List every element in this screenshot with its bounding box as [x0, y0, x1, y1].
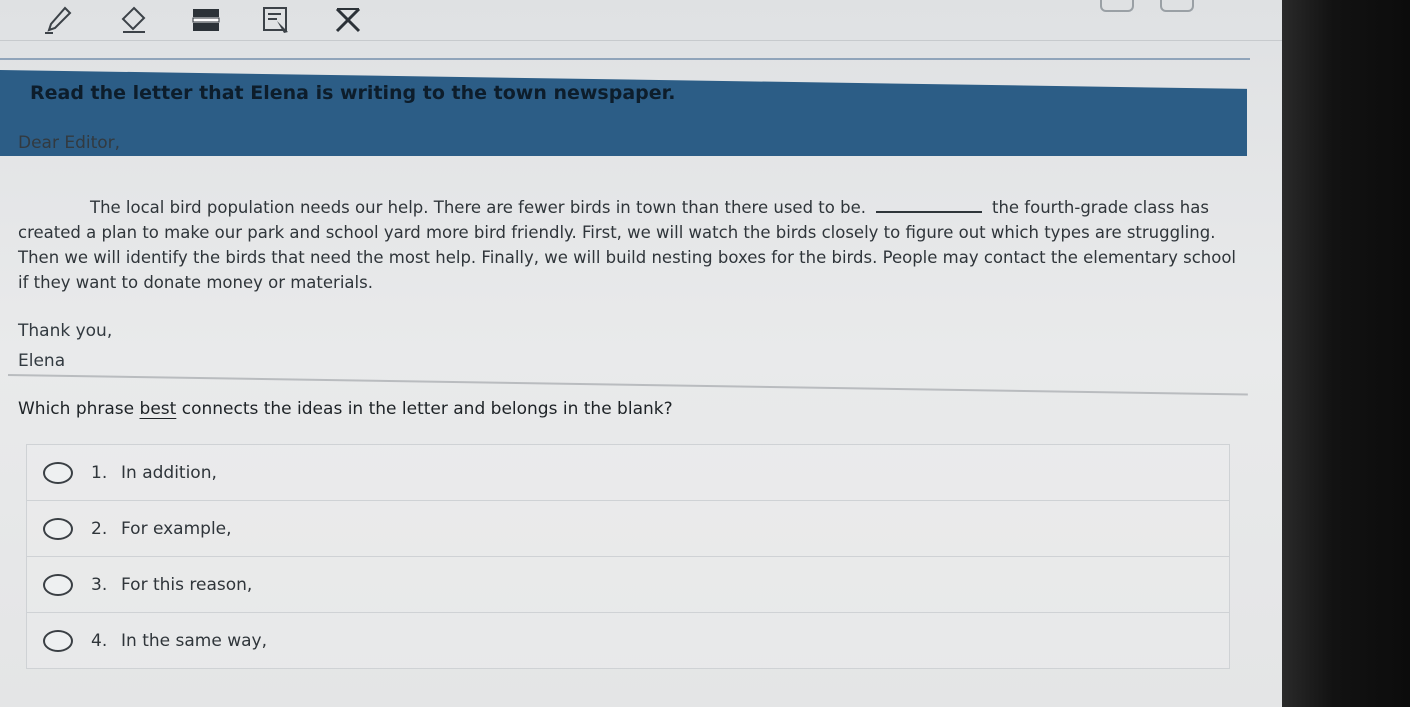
radio-button-3[interactable]	[43, 573, 73, 596]
pencil-tool-button[interactable]	[38, 2, 78, 38]
eraser-tool-button[interactable]	[112, 2, 152, 38]
answer-option-2[interactable]: 2. For example,	[26, 500, 1230, 556]
answer-option-3[interactable]: 3. For this reason,	[26, 556, 1230, 612]
letter-line-4: if they want to donate money or material…	[18, 273, 373, 292]
device-bezel	[1282, 0, 1410, 707]
letter-greeting: Dear Editor,	[18, 133, 121, 153]
pencil-icon	[45, 6, 72, 34]
option-number: 2.	[91, 518, 108, 539]
option-number: 3.	[91, 574, 108, 595]
letter-line-1-start: The local bird population needs our help…	[90, 198, 866, 217]
answer-eliminator-icon	[335, 7, 361, 33]
answer-eliminator-tool-button[interactable]	[328, 2, 368, 38]
question-after: connects the ideas in the letter and bel…	[176, 399, 673, 419]
answer-option-4[interactable]: 4. In the same way,	[26, 612, 1230, 669]
section-divider	[7, 374, 1248, 396]
line-reader-icon	[192, 9, 220, 31]
window-control-right[interactable]	[1160, 0, 1194, 12]
question-before: Which phrase	[18, 399, 140, 419]
question-text: Which phrase best connects the ideas in …	[18, 399, 673, 419]
question-emphasis: best	[139, 399, 177, 419]
letter-body: The local bird population needs our help…	[18, 195, 1238, 295]
letter-line-1-end: the fourth-grade class has	[991, 198, 1209, 217]
line-reader-tool-button[interactable]	[186, 2, 226, 38]
eraser-icon	[121, 6, 146, 33]
answer-options: 1. In addition, 2. For example, 3. For t…	[26, 444, 1230, 669]
toolbar	[0, 0, 1282, 41]
highlighter-tool-button[interactable]	[256, 2, 296, 38]
answer-option-1[interactable]: 1. In addition,	[26, 444, 1230, 500]
screen: Read the letter that Elena is writing to…	[0, 0, 1282, 707]
letter-closing: Thank you,	[18, 321, 113, 341]
radio-button-2[interactable]	[43, 517, 73, 540]
letter-signature: Elena	[18, 351, 66, 371]
option-text: In addition,	[121, 462, 217, 483]
letter-line-1: The local bird population needs our help…	[18, 195, 1238, 220]
highlighter-icon	[263, 7, 288, 33]
letter-closing-block: Thank you, Elena	[18, 316, 112, 376]
answer-blank	[875, 211, 982, 213]
option-text: For example,	[121, 518, 232, 539]
header-separator	[0, 58, 1250, 60]
option-text: In the same way,	[121, 630, 267, 651]
window-control-left[interactable]	[1100, 0, 1134, 12]
letter-line-2: created a plan to make our park and scho…	[18, 223, 1216, 242]
option-number: 1.	[91, 462, 108, 483]
radio-button-1[interactable]	[43, 461, 73, 484]
letter-line-3: Then we will identify the birds that nee…	[18, 248, 1236, 267]
radio-button-4[interactable]	[43, 629, 73, 652]
option-text: For this reason,	[121, 574, 253, 595]
option-number: 4.	[91, 630, 108, 651]
prompt-title: Read the letter that Elena is writing to…	[30, 82, 676, 104]
